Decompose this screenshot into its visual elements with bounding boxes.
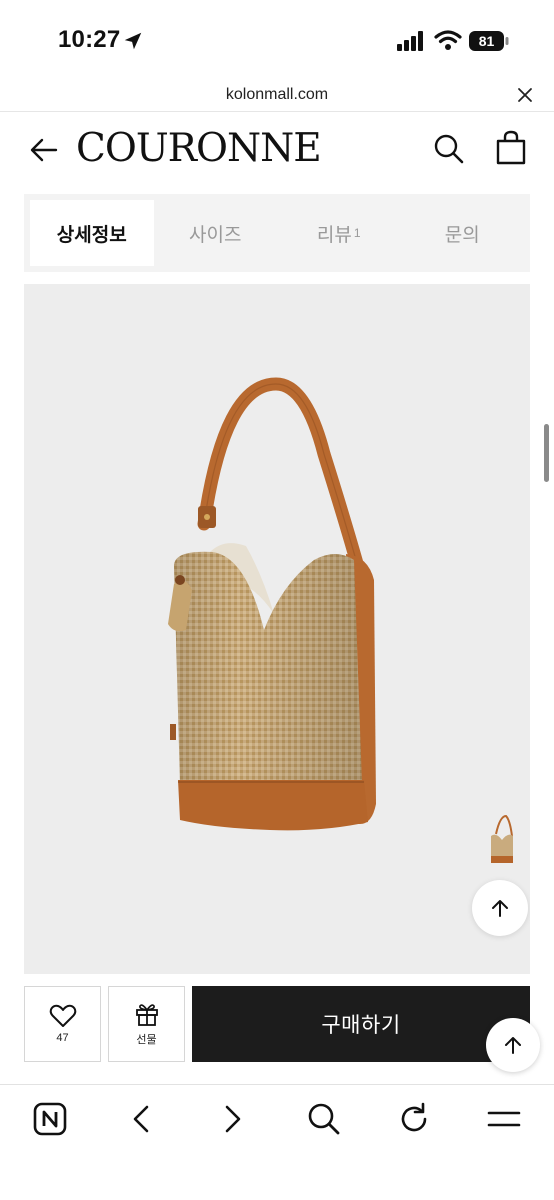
heart-icon [49,1004,76,1027]
shopping-bag-icon[interactable] [494,130,528,166]
battery-icon: 81 [469,31,509,51]
tab-inquiry[interactable]: 문의 [401,200,525,266]
tab-review-count: 1 [353,226,361,240]
gift-button[interactable]: 선물 [108,986,185,1062]
menu-icon[interactable] [486,1101,522,1137]
tab-size-label: 사이즈 [189,224,242,246]
tab-detail-label: 상세정보 [56,224,127,246]
search-icon[interactable] [306,1101,342,1137]
url-text[interactable]: kolonmall.com [0,86,554,104]
brand-logo[interactable]: COURONNE [76,126,322,171]
product-tabs: 상세정보 사이즈 리뷰 1 문의 [24,194,530,272]
signal-icon [397,31,423,51]
purchase-bar: 47 선물 구매하기 [0,974,554,1080]
chevron-right-icon[interactable] [214,1101,250,1137]
tab-size[interactable]: 사이즈 [154,200,278,266]
naver-icon[interactable] [32,1101,68,1137]
scroll-to-top-button[interactable] [472,880,528,936]
arrow-up-icon [505,1037,521,1054]
tab-detail[interactable]: 상세정보 [30,200,154,266]
location-arrow-icon [124,32,142,50]
status-time: 10:27 [58,26,121,53]
tab-review[interactable]: 리뷰 1 [277,200,401,266]
like-count: 47 [56,1032,69,1044]
back-arrow-icon[interactable] [28,134,60,166]
gift-label: 선물 [136,1034,157,1046]
buy-button-label: 구매하기 [321,1014,401,1037]
wifi-icon [434,30,462,50]
status-bar: 10:27 81 [0,0,554,80]
search-icon[interactable] [432,132,466,166]
buy-button[interactable]: 구매하기 [192,986,530,1062]
tab-inquiry-label: 문의 [444,224,480,246]
refresh-icon[interactable] [396,1101,432,1137]
arrow-up-icon [492,900,508,917]
like-button[interactable]: 47 [24,986,101,1062]
gift-icon [135,1004,158,1026]
browser-toolbar [0,1084,554,1200]
battery-level: 81 [479,33,495,49]
product-photo [168,377,376,831]
site-header: COURONNE [0,112,554,188]
product-image[interactable] [24,284,530,974]
thumbnail-image[interactable] [486,810,518,868]
floating-top-button[interactable] [486,1018,540,1072]
tab-review-label: 리뷰 [316,224,352,246]
page-scrollbar[interactable] [544,424,549,482]
chevron-left-icon[interactable] [124,1101,160,1137]
close-icon[interactable] [514,84,536,106]
url-bar[interactable]: kolonmall.com [0,80,554,112]
